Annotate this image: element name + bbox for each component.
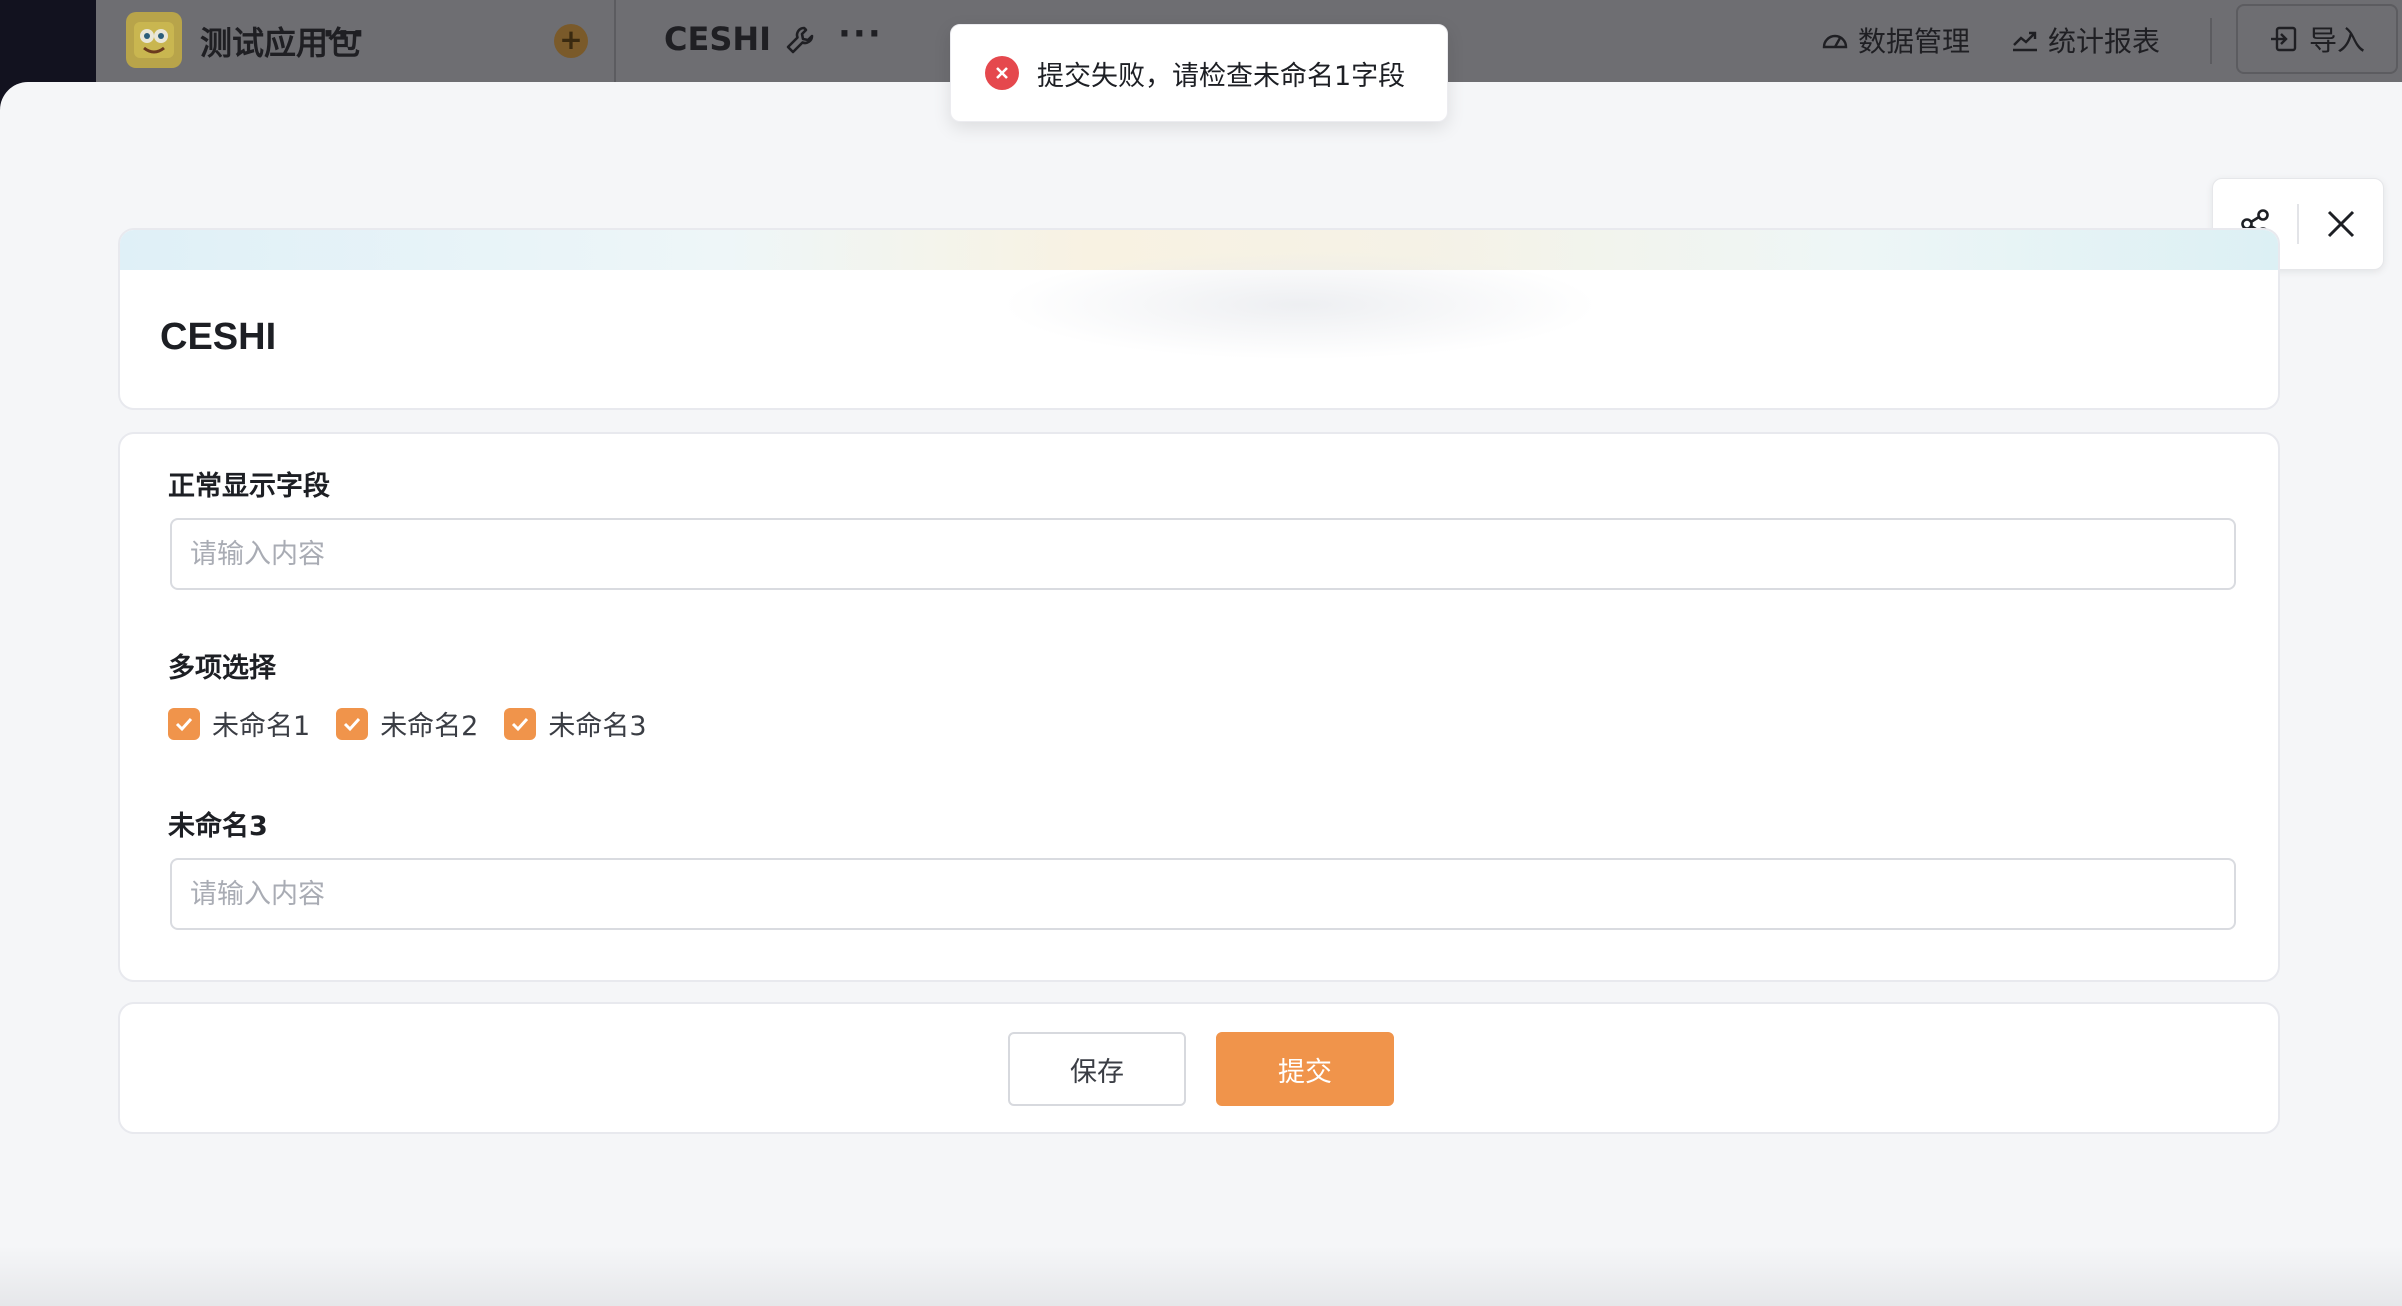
nav-stats-report-label: 统计报表 — [2048, 25, 2161, 58]
form-fields-card: 正常显示字段 多项选择 未命名1 未命名2 未命名3 — [118, 432, 2280, 982]
import-button-label: 导入 — [2308, 24, 2365, 57]
add-icon[interactable]: + — [554, 24, 588, 58]
checkbox-option-1[interactable]: 未命名1 — [168, 704, 310, 743]
field-label-normal: 正常显示字段 — [168, 471, 330, 502]
form-actions-card: 保存 提交 — [118, 1002, 2280, 1134]
normal-field-input[interactable] — [170, 518, 2236, 590]
error-toast-message: 提交失败，请检查未命名1字段 — [1037, 60, 1406, 92]
form-title: CESHI — [160, 316, 277, 358]
drawer-bottom-shade — [0, 1246, 2402, 1306]
import-icon — [2270, 26, 2297, 52]
error-icon — [985, 56, 1019, 90]
checkbox-option-3[interactable]: 未命名3 — [504, 704, 647, 743]
checkbox-option-2[interactable]: 未命名2 — [336, 704, 478, 743]
app-more-icon[interactable]: ··· — [322, 14, 367, 54]
form-header-card: CESHI — [118, 228, 2280, 410]
unnamed3-field-input[interactable] — [170, 858, 2236, 930]
checkbox-checked-icon[interactable] — [504, 707, 537, 740]
close-button[interactable] — [2299, 178, 2383, 270]
topbar-divider — [614, 0, 616, 82]
form-name[interactable]: CESHI — [664, 20, 771, 58]
field-label-unnamed3: 未命名3 — [168, 811, 268, 842]
wrench-icon[interactable] — [782, 22, 818, 58]
app-logo-icon — [126, 12, 182, 68]
form-more-icon[interactable]: ··· — [838, 14, 883, 54]
save-button[interactable]: 保存 — [1008, 1032, 1186, 1106]
nav-stats-report[interactable]: 统计报表 — [2010, 20, 2160, 60]
checkbox-option-label: 未命名3 — [548, 711, 647, 742]
nav-data-manage-label: 数据管理 — [1858, 25, 1971, 58]
error-toast: 提交失败，请检查未命名1字段 — [950, 24, 1448, 122]
form-drawer: CESHI 正常显示字段 多项选择 未命名1 未命名2 — [0, 82, 2402, 1306]
checkbox-option-label: 未命名1 — [212, 711, 311, 742]
checkbox-option-label: 未命名2 — [380, 711, 479, 742]
header-glow — [1000, 250, 1600, 360]
checkbox-checked-icon[interactable] — [336, 707, 369, 740]
topbar-divider-right — [2210, 18, 2212, 64]
multi-select-group: 未命名1 未命名2 未命名3 — [168, 704, 647, 743]
import-button[interactable]: 导入 — [2236, 4, 2398, 74]
submit-button[interactable]: 提交 — [1216, 1032, 1394, 1106]
dashboard-icon — [1822, 34, 1848, 49]
field-label-multi: 多项选择 — [168, 653, 276, 684]
nav-data-manage[interactable]: 数据管理 — [1820, 20, 1970, 60]
trend-chart-icon — [2013, 31, 2037, 52]
checkbox-checked-icon[interactable] — [168, 707, 200, 740]
close-icon — [2327, 210, 2355, 238]
